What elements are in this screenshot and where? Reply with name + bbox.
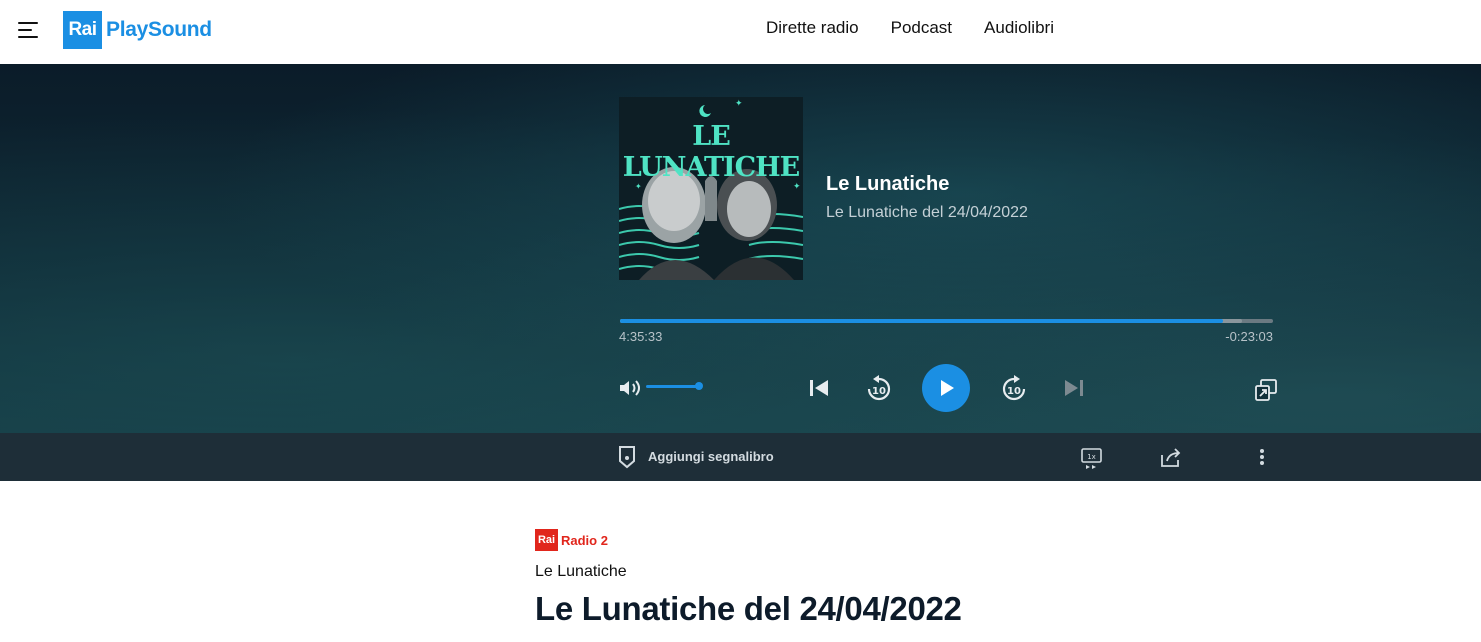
logo-text: PlaySound — [106, 18, 212, 41]
playback-speed-label: 1x — [1087, 453, 1096, 461]
play-icon — [941, 380, 954, 396]
add-bookmark-button[interactable]: Aggiungi segnalibro — [648, 449, 774, 464]
svg-text:✦: ✦ — [793, 182, 801, 192]
channel-logo-radio2[interactable]: Rai Radio 2 — [535, 529, 608, 551]
channel-name: Radio 2 — [561, 532, 608, 548]
player-actions-bar: Aggiungi segnalibro 1x — [0, 433, 1481, 481]
bookmark-icon[interactable] — [618, 445, 636, 469]
rewind-seconds-label: 10 — [872, 386, 886, 397]
episode-title: Le Lunatiche del 24/04/2022 — [535, 590, 962, 627]
skip-previous-icon[interactable] — [808, 378, 830, 398]
nav-audiolibri[interactable]: Audiolibri — [984, 18, 1054, 38]
remaining-time: -0:23:03 — [1225, 329, 1273, 344]
progress-fill — [620, 319, 1223, 323]
podcast-cover-art: ✦ ✦ ✦ LE LUNATICHE — [619, 97, 803, 280]
speaker-icon[interactable] — [618, 378, 642, 398]
logo-rai-box: Rai — [63, 11, 102, 49]
progress-bar[interactable] — [620, 319, 1273, 323]
raiplaysound-logo[interactable]: Rai PlaySound — [63, 11, 212, 49]
hamburger-menu-icon[interactable] — [18, 20, 40, 40]
playback-speed-icon[interactable]: 1x — [1080, 447, 1104, 469]
nav-podcast[interactable]: Podcast — [891, 18, 952, 38]
forward-10-icon[interactable]: 10 — [1000, 375, 1028, 403]
top-header: Rai PlaySound Dirette radio Podcast Audi… — [0, 0, 1481, 64]
track-subtitle: Le Lunatiche del 24/04/2022 — [826, 204, 1028, 221]
track-title: Le Lunatiche — [826, 173, 950, 195]
forward-seconds-label: 10 — [1007, 386, 1021, 397]
svg-text:✦: ✦ — [635, 182, 642, 191]
volume-slider[interactable] — [646, 382, 703, 390]
audio-player: ✦ ✦ ✦ LE LUNATICHE Le Lunatiche Le Lunat… — [0, 64, 1481, 433]
program-name[interactable]: Le Lunatiche — [535, 563, 627, 581]
nav-dirette-radio[interactable]: Dirette radio — [766, 18, 859, 38]
volume-thumb[interactable] — [695, 382, 703, 390]
skip-next-icon[interactable] — [1063, 378, 1085, 398]
elapsed-time: 4:35:33 — [619, 329, 663, 344]
svg-text:✦: ✦ — [735, 99, 743, 109]
channel-rai-box: Rai — [535, 529, 558, 551]
main-nav: Dirette radio Podcast Audiolibri — [766, 18, 1086, 38]
rewind-10-icon[interactable]: 10 — [865, 375, 893, 403]
popout-icon[interactable] — [1254, 378, 1278, 402]
play-button[interactable] — [922, 364, 970, 412]
more-vertical-icon[interactable] — [1257, 447, 1267, 467]
cover-title-text: LE LUNATICHE — [622, 121, 801, 183]
share-icon[interactable] — [1159, 447, 1183, 469]
